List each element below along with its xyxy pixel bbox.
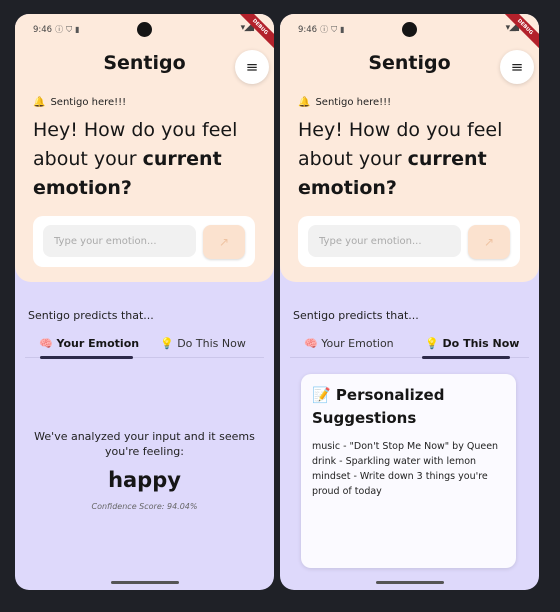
input-card: ↗ [33,216,255,267]
suggestion-item: drink - Sparkling water with lemon [312,456,477,467]
home-indicator[interactable] [376,581,444,584]
tab-indicator [422,356,510,359]
sim-card-icon: ▮ [340,25,345,34]
tab-label: Do This Now [177,337,246,350]
emotion-question: Hey! How do you feel about your current … [298,116,523,203]
camera-cutout [137,22,152,37]
home-indicator[interactable] [111,581,179,584]
suggestion-item: mindset - Write down 3 things you're pro… [312,471,488,497]
brain-icon: 🧠 [39,337,53,350]
status-bar: 9:46 ⓘ ⛉ ▮ [298,24,345,35]
tab-do-this-now[interactable]: 💡 Do This Now [160,337,246,350]
status-time: 9:46 [298,24,318,35]
emotion-result: happy [108,468,181,492]
menu-button[interactable]: ≡ [235,50,269,84]
input-card: ↗ [298,216,520,267]
greeting-text: Sentigo here!!! [50,97,127,108]
greeting-row: 🔔 Sentigo here!!! [33,97,126,108]
brain-icon: 🧠 [304,337,318,350]
predicts-label: Sentigo predicts that... [293,309,419,322]
suggestions-title-text: Personalized Suggestions [312,386,445,427]
info-icon: ⓘ [55,25,64,34]
bell-icon: 🔔 [33,97,46,108]
lightbulb-icon: 💡 [160,337,174,350]
greeting-row: 🔔 Sentigo here!!! [298,97,391,108]
phone-screen-emotion: 9:46 ⓘ ⛉ ▮ ▾◢▮ DEBUG Sentigo ≡ 🔔 Sentigo… [15,14,274,590]
info-icon: ⓘ [320,25,329,34]
sim-card-icon: ▮ [75,25,80,34]
header-panel: 9:46 ⓘ ⛉ ▮ ▾◢▮ DEBUG Sentigo ≡ 🔔 Sentigo… [280,14,539,282]
tab-label: Your Emotion [56,337,140,350]
camera-cutout [402,22,417,37]
greeting-text: Sentigo here!!! [315,97,392,108]
status-bar: 9:46 ⓘ ⛉ ▮ [33,24,80,35]
tab-indicator [40,356,133,359]
tab-your-emotion[interactable]: 🧠 Your Emotion [304,337,394,350]
debug-banner: DEBUG [498,14,539,54]
memo-icon: 📝 [312,386,331,404]
lightbulb-icon: 💡 [425,337,439,350]
send-button[interactable]: ↗ [468,225,510,259]
suggestions-list: music - "Don't Stop Me Now" by Queen dri… [312,439,505,499]
confidence-score: Confidence Score: 94.04% [91,502,198,511]
shield-icon: ⛉ [331,24,338,34]
bell-icon: 🔔 [298,97,311,108]
shield-icon: ⛉ [66,24,73,34]
arrow-up-right-icon: ↗ [483,235,495,249]
emotion-question: Hey! How do you feel about your current … [33,116,258,203]
predicts-label: Sentigo predicts that... [28,309,154,322]
tab-label: Your Emotion [321,337,394,350]
status-time: 9:46 [33,24,53,35]
send-button[interactable]: ↗ [203,225,245,259]
tab-label: Do This Now [442,337,520,350]
tab-bar: 🧠 Your Emotion 💡 Do This Now [290,332,529,359]
tab-do-this-now[interactable]: 💡 Do This Now [425,337,519,350]
tab-bar: 🧠 Your Emotion 💡 Do This Now [25,332,264,359]
phone-screen-suggestions: 9:46 ⓘ ⛉ ▮ ▾◢▮ DEBUG Sentigo ≡ 🔔 Sentigo… [280,14,539,590]
emotion-input[interactable] [43,225,196,257]
tab-your-emotion[interactable]: 🧠 Your Emotion [39,337,139,350]
analysis-text: We've analyzed your input and it seems y… [34,430,255,458]
menu-icon: ≡ [245,58,259,76]
suggestions-title: 📝 Personalized Suggestions [312,384,505,430]
debug-banner: DEBUG [233,14,274,54]
menu-button[interactable]: ≡ [500,50,534,84]
header-panel: 9:46 ⓘ ⛉ ▮ ▾◢▮ DEBUG Sentigo ≡ 🔔 Sentigo… [15,14,274,282]
suggestion-item: music - "Don't Stop Me Now" by Queen [312,441,499,452]
arrow-up-right-icon: ↗ [218,235,230,249]
menu-icon: ≡ [510,58,524,76]
suggestions-card: 📝 Personalized Suggestions music - "Don'… [301,374,516,568]
emotion-input[interactable] [308,225,461,257]
